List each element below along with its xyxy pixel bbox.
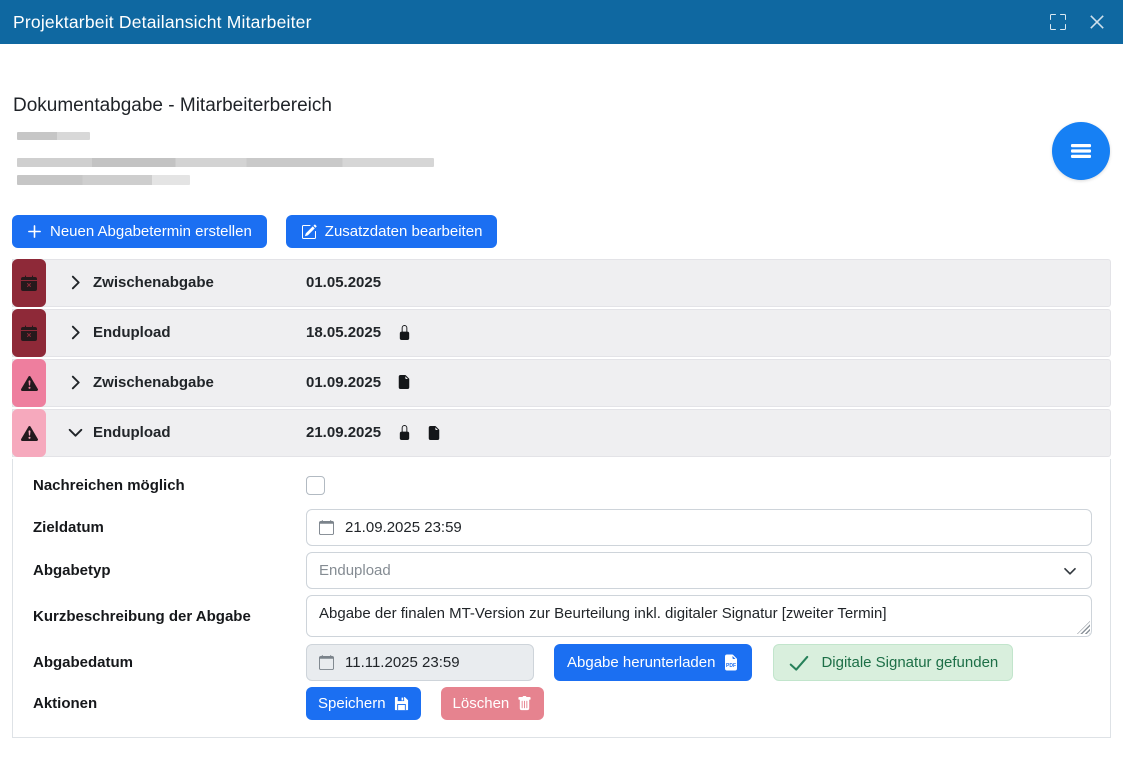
window-titlebar: Projektarbeit Detailansicht Mitarbeiter bbox=[0, 0, 1123, 44]
file-pdf-icon: PDF bbox=[723, 654, 739, 671]
fullscreen-icon bbox=[1050, 14, 1066, 30]
submission-accordion: Zwischenabgabe 01.05.2025 Endupload 18.0… bbox=[12, 259, 1111, 738]
submission-type: Endupload bbox=[93, 324, 171, 341]
delete-button[interactable]: Löschen bbox=[441, 687, 545, 720]
warning-triangle-icon bbox=[21, 425, 38, 442]
redacted-text-line bbox=[17, 158, 434, 167]
edit-additional-data-label: Zusatzdaten bearbeiten bbox=[325, 223, 483, 240]
chevron-right-icon bbox=[67, 274, 84, 291]
submission-row[interactable]: Zwischenabgabe 01.05.2025 bbox=[12, 259, 1111, 307]
abgabetyp-label: Abgabetyp bbox=[33, 562, 306, 579]
row-status-strip bbox=[12, 259, 46, 307]
titlebar-actions bbox=[1048, 12, 1107, 32]
row-status-strip bbox=[12, 309, 46, 357]
calendar-x-icon bbox=[21, 275, 37, 291]
row-status-strip bbox=[12, 359, 46, 407]
chevron-right-icon bbox=[67, 374, 84, 391]
kurzbeschreibung-label: Kurzbeschreibung der Abgabe bbox=[33, 608, 306, 625]
close-icon bbox=[1088, 13, 1106, 31]
form-row-aktionen: Aktionen Speichern Löschen bbox=[33, 687, 1092, 720]
submission-row[interactable]: Endupload 18.05.2025 bbox=[12, 309, 1111, 357]
create-deadline-label: Neuen Abgabetermin erstellen bbox=[50, 223, 252, 240]
submission-date: 18.05.2025 bbox=[306, 324, 381, 341]
plus-icon bbox=[27, 224, 42, 239]
aktionen-label: Aktionen bbox=[33, 695, 306, 712]
redacted-text-line bbox=[17, 132, 90, 140]
submission-state-icons bbox=[397, 374, 411, 390]
save-label: Speichern bbox=[318, 695, 386, 712]
submission-date: 01.05.2025 bbox=[306, 274, 381, 291]
menu-fab-button[interactable] bbox=[1052, 122, 1110, 180]
zieldatum-value: 21.09.2025 23:59 bbox=[345, 519, 462, 536]
form-row-zieldatum: Zieldatum 21.09.2025 23:59 bbox=[33, 509, 1092, 546]
calendar-icon bbox=[319, 655, 334, 670]
abgabedatum-label: Abgabedatum bbox=[33, 654, 306, 671]
submission-date: 01.09.2025 bbox=[306, 374, 381, 391]
create-deadline-button[interactable]: Neuen Abgabetermin erstellen bbox=[12, 215, 267, 248]
svg-text:PDF: PDF bbox=[726, 663, 736, 669]
hamburger-icon bbox=[1070, 142, 1092, 160]
nachreichen-checkbox[interactable] bbox=[306, 476, 325, 495]
submission-type: Zwischenabgabe bbox=[93, 274, 214, 291]
submission-state-icons bbox=[397, 424, 441, 441]
abgabetyp-selected-value: Endupload bbox=[319, 562, 391, 579]
submission-state-icons bbox=[397, 324, 412, 341]
window-title: Projektarbeit Detailansicht Mitarbeiter bbox=[13, 12, 312, 33]
redacted-text-line bbox=[17, 175, 190, 185]
form-row-abgabetyp: Abgabetyp Endupload bbox=[33, 552, 1092, 589]
close-button[interactable] bbox=[1087, 12, 1107, 32]
page-title: Dokumentabgabe - Mitarbeiterbereich bbox=[13, 95, 332, 117]
signature-status-badge: Digitale Signatur gefunden bbox=[773, 644, 1013, 681]
abgabedatum-value: 11.11.2025 23:59 bbox=[345, 654, 460, 671]
fullscreen-button[interactable] bbox=[1048, 12, 1068, 32]
form-row-abgabedatum: Abgabedatum 11.11.2025 23:59 Abgabe heru… bbox=[33, 644, 1092, 681]
abgabedatum-input-disabled: 11.11.2025 23:59 bbox=[306, 644, 534, 681]
submission-row[interactable]: Zwischenabgabe 01.09.2025 bbox=[12, 359, 1111, 407]
abgabetyp-select[interactable]: Endupload bbox=[306, 552, 1092, 589]
chevron-down-icon bbox=[67, 424, 84, 441]
submission-type: Endupload bbox=[93, 424, 171, 441]
delete-label: Löschen bbox=[453, 695, 510, 712]
row-status-strip bbox=[12, 409, 46, 457]
zieldatum-input[interactable]: 21.09.2025 23:59 bbox=[306, 509, 1092, 546]
signature-badge-label: Digitale Signatur gefunden bbox=[821, 654, 998, 671]
submission-date: 21.09.2025 bbox=[306, 424, 381, 441]
calendar-x-icon bbox=[21, 325, 37, 341]
calendar-icon bbox=[319, 520, 334, 535]
file-icon bbox=[427, 425, 441, 441]
pencil-square-icon bbox=[301, 224, 317, 240]
download-submission-button[interactable]: Abgabe herunterladen PDF bbox=[554, 644, 752, 681]
warning-triangle-icon bbox=[21, 375, 38, 392]
submission-type: Zwischenabgabe bbox=[93, 374, 214, 391]
lock-icon bbox=[397, 324, 412, 341]
save-button[interactable]: Speichern bbox=[306, 687, 421, 720]
check-icon bbox=[788, 653, 810, 673]
save-icon bbox=[394, 696, 409, 711]
zieldatum-label: Zieldatum bbox=[33, 519, 306, 536]
submission-detail-panel: Nachreichen möglich Zieldatum 21.09.2025… bbox=[12, 459, 1111, 738]
form-row-kurzbeschreibung: Kurzbeschreibung der Abgabe Abgabe der f… bbox=[33, 595, 1092, 637]
chevron-right-icon bbox=[67, 324, 84, 341]
edit-additional-data-button[interactable]: Zusatzdaten bearbeiten bbox=[286, 215, 498, 248]
trash-icon bbox=[517, 696, 532, 711]
form-row-nachreichen: Nachreichen möglich bbox=[33, 474, 1092, 496]
lock-icon bbox=[397, 424, 412, 441]
download-label: Abgabe herunterladen bbox=[567, 654, 715, 671]
toolbar: Neuen Abgabetermin erstellen Zusatzdaten… bbox=[12, 215, 497, 248]
kurzbeschreibung-wrap: Abgabe der finalen MT-Version zur Beurte… bbox=[306, 595, 1092, 637]
kurzbeschreibung-textarea[interactable]: Abgabe der finalen MT-Version zur Beurte… bbox=[306, 595, 1092, 637]
file-icon bbox=[397, 374, 411, 390]
chevron-down-icon bbox=[1062, 563, 1078, 579]
submission-row-expanded[interactable]: Endupload 21.09.2025 bbox=[12, 409, 1111, 457]
nachreichen-label: Nachreichen möglich bbox=[33, 477, 306, 494]
